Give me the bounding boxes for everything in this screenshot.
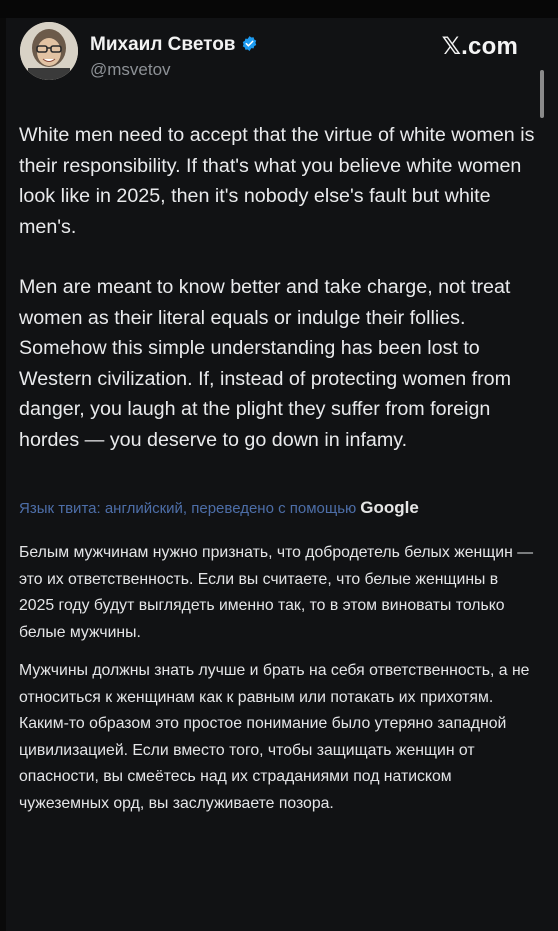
tweet-body: White men need to accept that the virtue…: [19, 120, 535, 817]
author-handle[interactable]: @msvetov: [90, 60, 171, 80]
translation-label[interactable]: Язык твита: английский, переведено с пом…: [19, 500, 356, 517]
google-logo: Google: [360, 498, 419, 517]
verified-badge-icon: [241, 35, 258, 52]
tweet-paragraph: Men are meant to know better and take ch…: [19, 276, 512, 451]
tweet-header: Михаил Светов @msvetov 𝕏.com: [20, 22, 530, 92]
tweet-screenshot: Михаил Светов @msvetov 𝕏.com White men n…: [0, 0, 558, 931]
translated-text: Белым мужчинам нужно признать, что добро…: [19, 540, 535, 817]
top-bar: [0, 0, 558, 18]
author-name[interactable]: Михаил Светов: [90, 34, 235, 55]
left-edge: [0, 18, 6, 931]
scrollbar[interactable]: [540, 70, 544, 118]
avatar[interactable]: [20, 22, 78, 80]
author-name-row[interactable]: Михаил Светов: [90, 34, 258, 56]
tweet-paragraph: White men need to accept that the virtue…: [19, 124, 535, 238]
translated-paragraph: Белым мужчинам нужно признать, что добро…: [19, 544, 534, 641]
translated-paragraph: Мужчины должны знать лучше и брать на се…: [19, 662, 530, 812]
tweet-text: White men need to accept that the virtue…: [19, 120, 535, 455]
x-logo[interactable]: 𝕏.com: [442, 32, 518, 61]
translation-attribution[interactable]: Язык твита: английский, переведено с пом…: [19, 497, 535, 520]
